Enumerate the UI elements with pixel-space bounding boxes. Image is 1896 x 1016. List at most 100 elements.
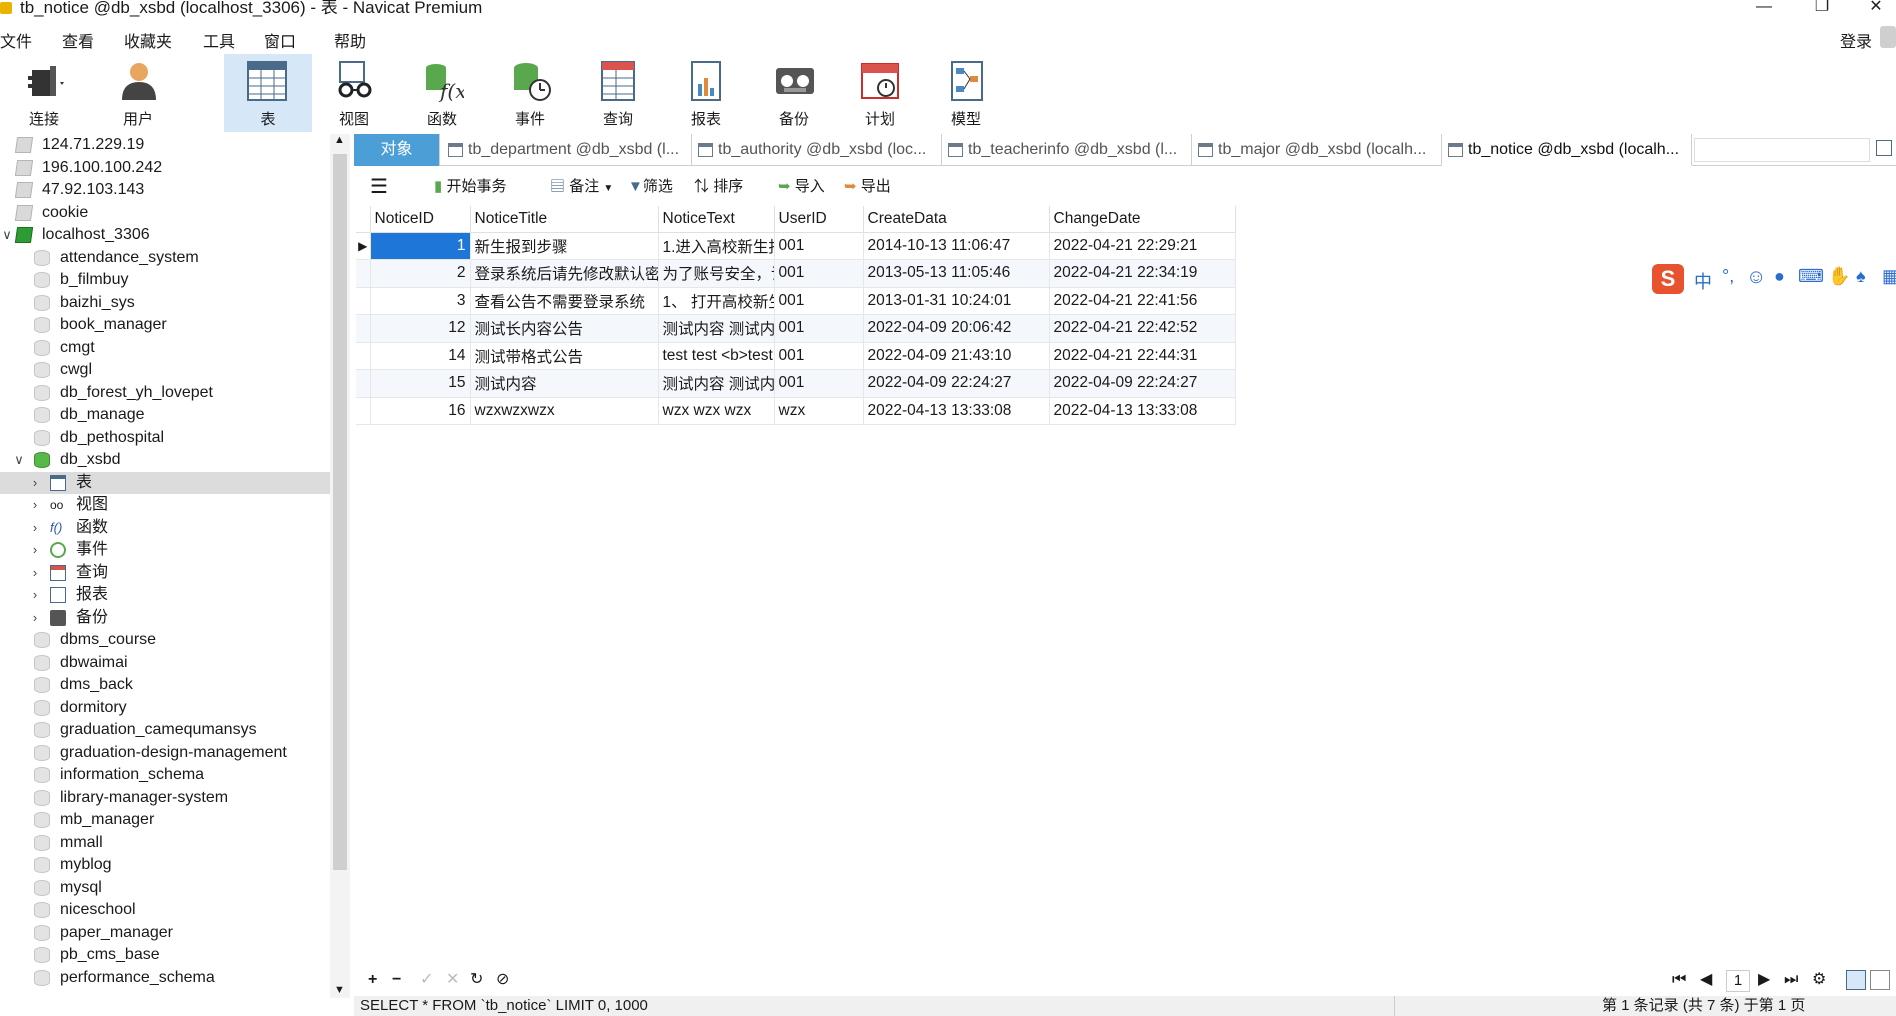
table-cell[interactable]: 2013-01-31 10:24:01 [863, 287, 1050, 315]
table-cell[interactable]: 001 [774, 259, 864, 288]
table-cell[interactable]: 2022-04-13 13:33:08 [1049, 397, 1236, 425]
next-page-icon[interactable]: ▶ [1758, 970, 1770, 990]
tree-item-database[interactable]: ∨ db_xsbd [0, 449, 330, 471]
table-cell[interactable]: 2022-04-13 13:33:08 [863, 397, 1050, 425]
table-cell[interactable]: 2022-04-21 22:41:56 [1049, 287, 1236, 315]
menu-window[interactable]: 窗口 [264, 28, 296, 52]
tree-item-database[interactable]: dms_back [0, 674, 330, 696]
microphone-icon[interactable]: ● [1774, 266, 1785, 287]
user-button[interactable]: 用户 [96, 54, 180, 132]
minimize-button[interactable]: — [1744, 0, 1784, 16]
table-cell[interactable]: 2022-04-21 22:29:21 [1049, 232, 1236, 260]
sidebar-scrollbar[interactable]: ▲ ▼ [330, 134, 350, 998]
table-cell[interactable]: 测试内容 测试内容 [658, 369, 775, 398]
table-cell[interactable]: 2022-04-09 22:24:27 [863, 369, 1050, 398]
tree-item-database[interactable]: dbms_course [0, 629, 330, 651]
function-button[interactable]: f(x) 函数 [400, 54, 484, 132]
table-cell[interactable]: 测试内容 测试内容 [658, 314, 775, 343]
table-cell[interactable]: 1 [370, 232, 471, 260]
query-button[interactable]: 查询 [576, 54, 660, 132]
settings-gear-icon[interactable]: ⚙ [1812, 970, 1826, 990]
chevron-right-icon[interactable]: › [28, 562, 42, 584]
column-header[interactable]: CreateData [863, 206, 1050, 233]
event-button[interactable]: 事件 [488, 54, 572, 132]
tree-item-tables[interactable]: › 表 [0, 471, 330, 494]
table-cell[interactable]: 001 [774, 369, 864, 398]
restore-button[interactable]: ❐ [1802, 0, 1842, 16]
table-cell[interactable]: wzx [774, 397, 864, 425]
column-header[interactable]: UserID [774, 206, 864, 233]
column-header[interactable]: NoticeID [370, 206, 471, 233]
table-cell[interactable]: 12 [370, 314, 471, 343]
table-cell[interactable]: 2022-04-09 21:43:10 [863, 342, 1050, 370]
punctuation-icon[interactable]: °, [1722, 266, 1734, 287]
grid-view-icon[interactable] [1846, 970, 1866, 990]
column-header[interactable]: NoticeTitle [470, 206, 659, 233]
gesture-icon[interactable]: ✋ [1828, 266, 1850, 287]
add-record-icon[interactable]: + [368, 970, 377, 990]
table-cell[interactable]: 测试内容 [470, 369, 659, 398]
tree-item-backups[interactable]: › 备份 [0, 607, 330, 629]
tree-item-reports[interactable]: › 报表 [0, 584, 330, 606]
backup-button[interactable]: 备份 [752, 54, 836, 132]
menu-favorites[interactable]: 收藏夹 [124, 28, 172, 52]
table-cell[interactable]: 2022-04-09 20:06:42 [863, 314, 1050, 343]
scroll-down-icon[interactable]: ▼ [334, 984, 345, 996]
tab-search-input[interactable] [1694, 138, 1870, 162]
tree-item-database[interactable]: mb_manager [0, 809, 330, 831]
tree-item-database[interactable]: db_manage [0, 404, 330, 426]
ime-language[interactable]: 中 [1694, 268, 1712, 294]
emoji-icon[interactable]: ☺ [1746, 266, 1766, 289]
table-cell[interactable]: 新生报到步骤 [470, 232, 659, 260]
skin-icon[interactable]: ♠ [1856, 266, 1866, 287]
table-row[interactable]: 14 测试带格式公告 test test <b>test 001 2022-04… [356, 342, 1236, 370]
table-row[interactable]: ▶ 1 新生报到步骤 1.进入高校新生报 001 2014-10-13 11:0… [356, 232, 1236, 260]
tree-item-server[interactable]: 196.100.100.242 [0, 157, 330, 179]
tree-item-database[interactable]: baizhi_sys [0, 292, 330, 314]
table-cell[interactable]: 2022-04-21 22:44:31 [1049, 342, 1236, 370]
page-number-input[interactable]: 1 [1726, 970, 1750, 992]
table-row[interactable]: 12 测试长内容公告 测试内容 测试内容 001 2022-04-09 20:0… [356, 314, 1236, 343]
tree-item-database[interactable]: mmall [0, 832, 330, 854]
menu-view[interactable]: 查看 [62, 28, 94, 52]
tree-item-database[interactable]: book_manager [0, 314, 330, 336]
new-tab-icon[interactable] [1876, 140, 1892, 156]
tab-objects[interactable]: 对象 [354, 134, 440, 166]
tab-tb-department[interactable]: tb_department @db_xsbd (l... [442, 134, 692, 166]
table-cell[interactable]: 16 [370, 397, 471, 425]
schedule-button[interactable]: 计划 [838, 54, 922, 132]
table-cell[interactable]: 测试带格式公告 [470, 342, 659, 370]
import-button[interactable]: ➥ 导入 [778, 176, 825, 198]
table-cell[interactable]: 1.进入高校新生报 [658, 232, 775, 260]
tree-item-database[interactable]: cwgl [0, 359, 330, 381]
tree-item-server[interactable]: ∨ localhost_3306 [0, 224, 330, 246]
tree-item-views[interactable]: › oo 视图 [0, 494, 330, 516]
tree-item-database[interactable]: information_schema [0, 764, 330, 786]
scroll-up-icon[interactable]: ▲ [334, 134, 345, 146]
tree-item-database[interactable]: myblog [0, 854, 330, 876]
ime-toolbar[interactable]: S 中 °, ☺ ● ⌨ ✋ ♠ ▦ [1650, 262, 1896, 298]
tab-tb-teacherinfo[interactable]: tb_teacherinfo @db_xsbd (l... [942, 134, 1192, 166]
tree-item-database[interactable]: dbwaimai [0, 652, 330, 674]
table-cell[interactable]: 001 [774, 314, 864, 343]
filter-button[interactable]: ▼筛选 [628, 176, 673, 198]
tree-item-database[interactable]: library-manager-system [0, 787, 330, 809]
table-cell[interactable]: 登录系统后请先修改默认密码 [470, 259, 659, 288]
tree-item-database[interactable]: graduation-design-management [0, 742, 330, 764]
table-cell[interactable]: 15 [370, 369, 471, 398]
tree-item-functions[interactable]: › f() 函数 [0, 517, 330, 539]
menu-file[interactable]: 文件 [0, 28, 32, 52]
sogou-icon[interactable]: S [1652, 264, 1684, 294]
table-cell[interactable]: 14 [370, 342, 471, 370]
tree-item-database[interactable]: niceschool [0, 899, 330, 921]
form-view-icon[interactable] [1870, 970, 1890, 990]
table-cell[interactable]: 2013-05-13 11:05:46 [863, 259, 1050, 288]
stop-icon[interactable]: ⊘ [496, 970, 509, 990]
apply-changes-icon[interactable]: ✓ [420, 970, 433, 990]
table-cell[interactable]: 2022-04-21 22:34:19 [1049, 259, 1236, 288]
delete-record-icon[interactable]: − [392, 970, 401, 990]
tree-item-database[interactable]: cmgt [0, 337, 330, 359]
table-cell[interactable]: 2022-04-09 22:24:27 [1049, 369, 1236, 398]
table-cell[interactable]: 测试长内容公告 [470, 314, 659, 343]
tab-tb-authority[interactable]: tb_authority @db_xsbd (loc... [692, 134, 942, 166]
